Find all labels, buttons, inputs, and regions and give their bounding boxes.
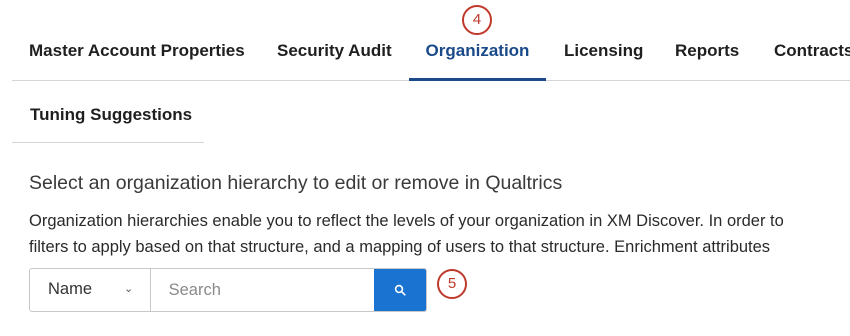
search-icon: [394, 284, 406, 296]
tab-licensing[interactable]: Licensing: [564, 40, 643, 80]
subtab-label: Tuning Suggestions: [30, 105, 193, 124]
callout-tab: 4: [462, 5, 492, 35]
tab-contracts[interactable]: Contracts: [774, 40, 850, 80]
tab-reports[interactable]: Reports: [675, 40, 739, 80]
search-input[interactable]: [150, 269, 374, 311]
search-filter-select[interactable]: Name ⌄: [30, 269, 151, 311]
tab-master-account-properties[interactable]: Master Account Properties: [29, 40, 245, 80]
description-line-2: filters to apply based on that structure…: [29, 238, 771, 256]
tab-organization[interactable]: Organization: [409, 40, 546, 81]
search-bar: Name ⌄: [29, 268, 427, 312]
subtab-tuning-suggestions[interactable]: Tuning Suggestions: [12, 80, 204, 143]
description: Organization hierarchies enable you to r…: [29, 208, 850, 260]
chevron-down-icon: ⌄: [124, 283, 134, 295]
search-filter-value: Name: [48, 280, 93, 298]
search-button[interactable]: [373, 269, 426, 311]
main-tab-bar: Master Account Properties Security Audit…: [12, 0, 850, 81]
description-line-1: Organization hierarchies enable you to r…: [29, 212, 784, 230]
page-heading: Select an organization hierarchy to edit…: [29, 172, 563, 194]
callout-search: 5: [437, 269, 467, 299]
tab-security-audit[interactable]: Security Audit: [277, 40, 392, 80]
